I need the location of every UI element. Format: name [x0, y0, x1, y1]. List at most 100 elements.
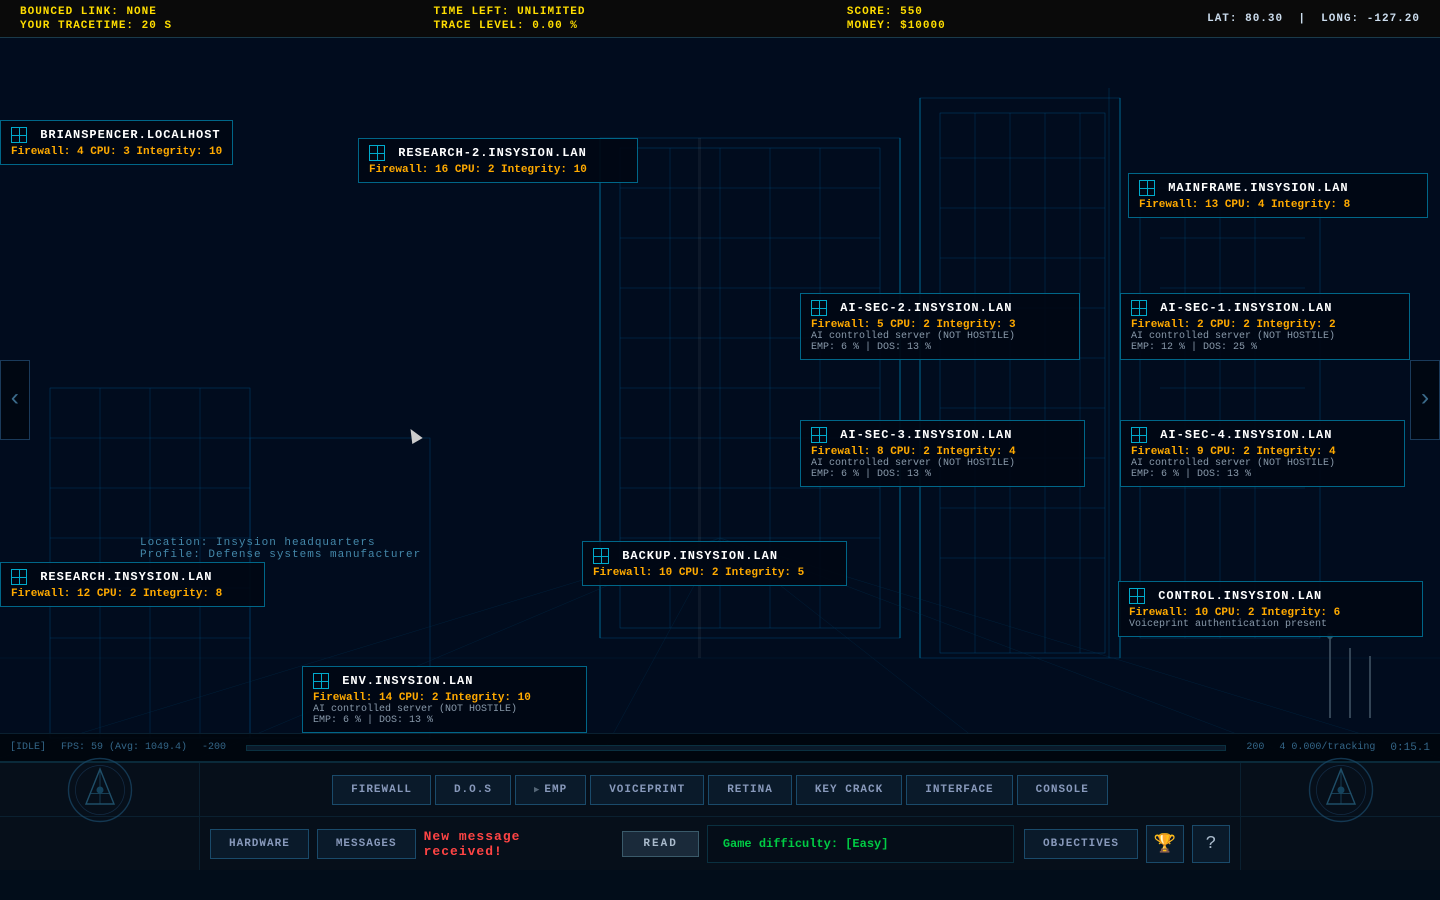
keycrack-button[interactable]: KEY CRACK [796, 775, 902, 805]
message-notification-area: New message received! READ [424, 829, 699, 859]
node-emp: EMP: 6 % | DOS: 13 % [313, 715, 576, 726]
bounced-link-label: BOUNCED LINK: [20, 6, 119, 18]
help-button[interactable]: ? [1192, 825, 1230, 863]
money-label: MONEY: [847, 20, 893, 32]
tracetime-value: 20 S [142, 20, 172, 32]
dos-button[interactable]: D.O.S [435, 775, 511, 805]
game-difficulty: Game difficulty: [Easy] [723, 837, 889, 851]
node-research2[interactable]: RESEARCH-2.INSYSION.LAN Firewall: 16 CPU… [358, 138, 638, 183]
new-message-text: New message received! [424, 829, 608, 859]
node-title: BACKUP.INSYSION.LAN [593, 548, 836, 564]
idle-status: [IDLE] [10, 742, 46, 753]
node-desc: AI controlled server (NOT HOSTILE) [1131, 458, 1394, 469]
node-stats: Firewall: 16 CPU: 2 Integrity: 10 [369, 164, 627, 176]
node-research[interactable]: RESEARCH.INSYSION.LAN Firewall: 12 CPU: … [0, 562, 265, 607]
location-line1: Location: Insysion headquarters [140, 537, 421, 549]
timer-display: 0:15.1 [1390, 742, 1430, 754]
node-emp: EMP: 6 % | DOS: 13 % [811, 469, 1074, 480]
node-title: ENV.INSYSION.LAN [313, 673, 576, 689]
time-left-value: UNLIMITED [517, 6, 585, 18]
hardware-button[interactable]: HARDWARE [210, 829, 309, 859]
time-left-label: TIME LEFT: [433, 6, 509, 18]
node-stats: Firewall: 4 CPU: 3 Integrity: 10 [11, 146, 222, 158]
node-brianspencer[interactable]: BRIANSPENCER.LOCALHOST Firewall: 4 CPU: … [0, 120, 233, 165]
logo-left-bottom [0, 817, 200, 870]
game-status-area: Game difficulty: [Easy] [707, 825, 1014, 863]
controls-row1: FIREWALL D.O.S ▶EMP VOICEPRINT RETINA KE… [0, 763, 1440, 817]
node-aisec1[interactable]: AI-SEC-1.INSYSION.LAN Firewall: 2 CPU: 2… [1120, 293, 1410, 360]
reticle-icon [369, 145, 385, 161]
node-stats: Firewall: 14 CPU: 2 Integrity: 10 [313, 692, 576, 704]
node-title: RESEARCH.INSYSION.LAN [11, 569, 254, 585]
game-area[interactable]: ‹ › Location: Insysion headquarters Prof… [0, 38, 1440, 761]
node-desc: Voiceprint authentication present [1129, 619, 1412, 630]
read-button[interactable]: READ [622, 831, 698, 857]
long-value: -127.20 [1367, 13, 1420, 25]
reticle-icon [1131, 427, 1147, 443]
objectives-area: OBJECTIVES 🏆 ? [1024, 825, 1240, 863]
bounced-link-section: BOUNCED LINK: NONE YOUR TRACETIME: 20 S [20, 6, 172, 32]
node-control[interactable]: CONTROL.INSYSION.LAN Firewall: 10 CPU: 2… [1118, 581, 1423, 637]
node-desc: AI controlled server (NOT HOSTILE) [811, 331, 1069, 342]
reticle-icon [313, 673, 329, 689]
node-title: MAINFRAME.INSYSION.LAN [1139, 180, 1417, 196]
tracetime-label: YOUR TRACETIME: [20, 20, 134, 32]
score-stat: SCORE: 550 [847, 6, 946, 18]
node-env[interactable]: ENV.INSYSION.LAN Firewall: 14 CPU: 2 Int… [302, 666, 587, 733]
score-value: 550 [900, 6, 923, 18]
trace-level-stat: TRACE LEVEL: 0.00 % [433, 20, 585, 32]
trace-level-label: TRACE LEVEL: [433, 20, 524, 32]
reticle-icon [811, 300, 827, 316]
location-info: Location: Insysion headquarters Profile:… [140, 537, 421, 561]
node-mainframe[interactable]: MAINFRAME.INSYSION.LAN Firewall: 13 CPU:… [1128, 173, 1428, 218]
objectives-button[interactable]: OBJECTIVES [1024, 829, 1138, 859]
messages-button[interactable]: MESSAGES [317, 829, 416, 859]
bounced-link-value: NONE [126, 6, 156, 18]
controls-bottom-main: HARDWARE MESSAGES New message received! … [200, 825, 1024, 863]
trophy-button[interactable]: 🏆 [1146, 825, 1184, 863]
node-title: RESEARCH-2.INSYSION.LAN [369, 145, 627, 161]
console-button[interactable]: CONSOLE [1017, 775, 1108, 805]
firewall-button[interactable]: FIREWALL [332, 775, 431, 805]
node-title: CONTROL.INSYSION.LAN [1129, 588, 1412, 604]
reticle-icon [1129, 588, 1145, 604]
node-stats: Firewall: 8 CPU: 2 Integrity: 4 [811, 446, 1074, 458]
reticle-icon [1131, 300, 1147, 316]
reticle-icon [593, 548, 609, 564]
emp-button[interactable]: ▶EMP [515, 775, 586, 805]
node-stats: Firewall: 10 CPU: 2 Integrity: 6 [1129, 607, 1412, 619]
node-emp: EMP: 12 % | DOS: 25 % [1131, 342, 1399, 353]
node-desc: AI controlled server (NOT HOSTILE) [313, 704, 576, 715]
node-title: AI-SEC-3.INSYSION.LAN [811, 427, 1074, 443]
node-aisec4[interactable]: AI-SEC-4.INSYSION.LAN Firewall: 9 CPU: 2… [1120, 420, 1405, 487]
nav-arrow-left[interactable]: ‹ [0, 360, 30, 440]
location-line2: Profile: Defense systems manufacturer [140, 549, 421, 561]
fps-counter: FPS: 59 (Avg: 1049.4) [61, 742, 187, 753]
interface-button[interactable]: INTERFACE [906, 775, 1012, 805]
lat-label: LAT: [1207, 13, 1237, 25]
range-max: 200 [1246, 742, 1264, 753]
nav-arrow-right[interactable]: › [1410, 360, 1440, 440]
range-min: -200 [202, 742, 226, 753]
voiceprint-button[interactable]: VOICEPRINT [590, 775, 704, 805]
node-backup[interactable]: BACKUP.INSYSION.LAN Firewall: 10 CPU: 2 … [582, 541, 847, 586]
node-stats: Firewall: 10 CPU: 2 Integrity: 5 [593, 567, 836, 579]
top-status-bar: BOUNCED LINK: NONE YOUR TRACETIME: 20 S … [0, 0, 1440, 38]
score-section: SCORE: 550 MONEY: $10000 [847, 6, 946, 32]
controls-row2: HARDWARE MESSAGES New message received! … [0, 817, 1440, 870]
fps-bar: [IDLE] FPS: 59 (Avg: 1049.4) -200 200 4 … [0, 733, 1440, 761]
node-aisec3[interactable]: AI-SEC-3.INSYSION.LAN Firewall: 8 CPU: 2… [800, 420, 1085, 487]
score-label: SCORE: [847, 6, 893, 18]
money-value: $10000 [900, 20, 946, 32]
node-title: AI-SEC-4.INSYSION.LAN [1131, 427, 1394, 443]
controls-area: FIREWALL D.O.S ▶EMP VOICEPRINT RETINA KE… [0, 761, 1440, 870]
trace-level-value: 0.00 % [532, 20, 578, 32]
node-desc: AI controlled server (NOT HOSTILE) [811, 458, 1074, 469]
retina-button[interactable]: RETINA [708, 775, 792, 805]
bounced-link-stat: BOUNCED LINK: NONE [20, 6, 172, 18]
logo-left-icon [65, 755, 135, 825]
node-aisec2[interactable]: AI-SEC-2.INSYSION.LAN Firewall: 5 CPU: 2… [800, 293, 1080, 360]
reticle-icon [1139, 180, 1155, 196]
money-stat: MONEY: $10000 [847, 20, 946, 32]
node-stats: Firewall: 9 CPU: 2 Integrity: 4 [1131, 446, 1394, 458]
